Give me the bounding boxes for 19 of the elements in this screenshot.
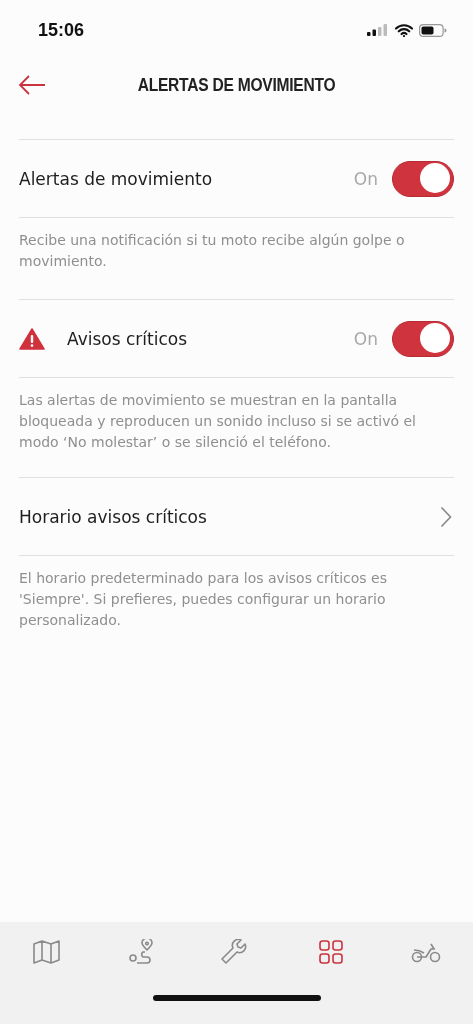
setting-description: Recibe una notificación si tu moto recibe algún golpe o movimiento.: [19, 231, 406, 271]
toggle-switch[interactable]: [392, 160, 454, 197]
map-icon[interactable]: [32, 939, 63, 965]
warning-icon: [19, 327, 45, 350]
setting-description: Las alertas de movimiento se muestran en la pantalla bloqueada y reproducen un sonido incluso si se activó el modo ‘No molestar’ o se silenció el teléfono.: [19, 391, 417, 452]
setting-label: Alertas de movimiento: [19, 168, 214, 189]
back-arrow-icon[interactable]: [18, 75, 46, 95]
setting-label: Horario avisos críticos: [19, 506, 208, 527]
toggle-switch[interactable]: [392, 320, 454, 357]
setting-description: El horario predeterminado para los avisos críticos es 'Siempre'. Si prefieres, puedes configurar un horario personalizado.: [19, 569, 388, 630]
page-title: ALERTAS DE MOVIMIENTO: [137, 74, 336, 96]
chevron-right-icon[interactable]: [440, 505, 452, 528]
toggle-state-text: On: [353, 168, 378, 189]
toggle-state-text: On: [353, 328, 378, 349]
status-time: 15:06: [38, 19, 85, 41]
wifi-icon: [395, 23, 413, 37]
battery-icon: [419, 23, 447, 37]
setting-label: Avisos críticos: [67, 328, 188, 349]
signal-icon: [367, 24, 389, 36]
